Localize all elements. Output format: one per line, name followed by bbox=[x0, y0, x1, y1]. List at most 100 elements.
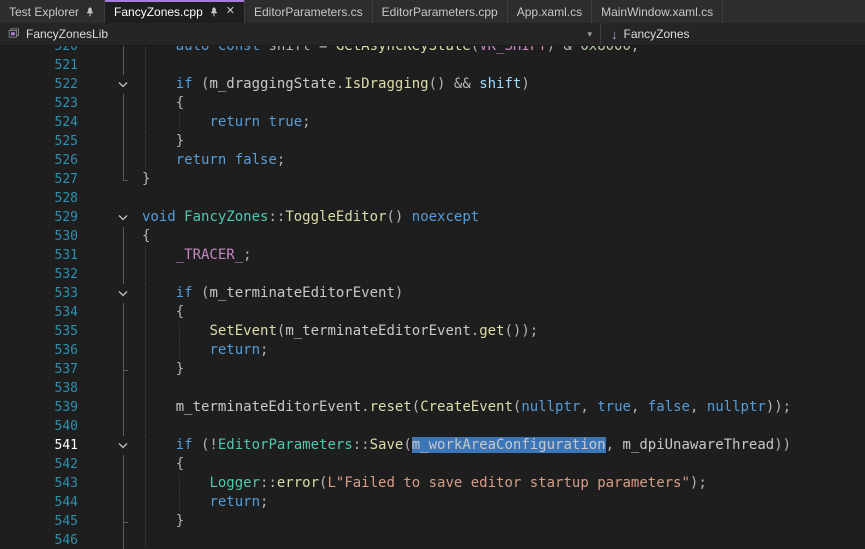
tab-editorparameters-cpp[interactable]: EditorParameters.cpp bbox=[373, 0, 508, 23]
outline-margin bbox=[116, 493, 132, 512]
code-line-543[interactable]: 543 Logger::error(L"Failed to save edito… bbox=[0, 474, 865, 493]
code-line-525[interactable]: 525 } bbox=[0, 132, 865, 151]
code-line-540[interactable]: 540 bbox=[0, 417, 865, 436]
breakpoint-margin[interactable] bbox=[78, 284, 116, 303]
breakpoint-margin[interactable] bbox=[78, 436, 116, 455]
fold-chevron-icon[interactable] bbox=[116, 284, 132, 303]
code-line-524[interactable]: 524 return true; bbox=[0, 113, 865, 132]
code-line-522[interactable]: 522 if (m_draggingState.IsDragging() && … bbox=[0, 75, 865, 94]
breakpoint-margin[interactable] bbox=[78, 75, 116, 94]
code-line-542[interactable]: 542 { bbox=[0, 455, 865, 474]
outline-margin bbox=[116, 46, 132, 56]
line-number: 524 bbox=[0, 113, 78, 132]
fold-chevron-icon[interactable] bbox=[116, 208, 132, 227]
code-line-521[interactable]: 521 bbox=[0, 56, 865, 75]
tab-mainwindow-xaml-cs[interactable]: MainWindow.xaml.cs bbox=[592, 0, 723, 23]
breakpoint-margin[interactable] bbox=[78, 265, 116, 284]
outline-margin bbox=[116, 246, 132, 265]
code-line-538[interactable]: 538 bbox=[0, 379, 865, 398]
code-line-539[interactable]: 539 m_terminateEditorEvent.reset(CreateE… bbox=[0, 398, 865, 417]
line-number: 541 bbox=[0, 436, 78, 455]
code-line-534[interactable]: 534 { bbox=[0, 303, 865, 322]
close-icon[interactable]: ✕ bbox=[226, 6, 235, 17]
breakpoint-margin[interactable] bbox=[78, 132, 116, 151]
breakpoint-margin[interactable] bbox=[78, 246, 116, 265]
code-text: if (m_draggingState.IsDragging() && shif… bbox=[132, 75, 865, 94]
breakpoint-margin[interactable] bbox=[78, 303, 116, 322]
down-arrow-icon: ↓ bbox=[611, 27, 618, 42]
code-line-531[interactable]: 531 _TRACER_; bbox=[0, 246, 865, 265]
breakpoint-margin[interactable] bbox=[78, 56, 116, 75]
code-line-533[interactable]: 533 if (m_terminateEditorEvent) bbox=[0, 284, 865, 303]
code-line-544[interactable]: 544 return; bbox=[0, 493, 865, 512]
project-combobox[interactable]: FancyZonesLib ▾ bbox=[0, 23, 600, 45]
breakpoint-margin[interactable] bbox=[78, 227, 116, 246]
tab-bar: Test ExplorerFancyZones.cpp✕EditorParame… bbox=[0, 0, 865, 23]
breakpoint-margin[interactable] bbox=[78, 417, 116, 436]
breakpoint-margin[interactable] bbox=[78, 46, 116, 56]
pin-icon[interactable] bbox=[85, 6, 95, 18]
code-line-536[interactable]: 536 return; bbox=[0, 341, 865, 360]
code-line-526[interactable]: 526 return false; bbox=[0, 151, 865, 170]
breakpoint-margin[interactable] bbox=[78, 512, 116, 531]
code-line-530[interactable]: 530 { bbox=[0, 227, 865, 246]
fold-chevron-icon[interactable] bbox=[116, 75, 132, 94]
breakpoint-margin[interactable] bbox=[78, 360, 116, 379]
line-number: 530 bbox=[0, 227, 78, 246]
line-number: 534 bbox=[0, 303, 78, 322]
code-text bbox=[132, 379, 865, 398]
outline-margin bbox=[116, 322, 132, 341]
code-text bbox=[132, 531, 865, 549]
breakpoint-margin[interactable] bbox=[78, 455, 116, 474]
indent-guide bbox=[145, 417, 146, 436]
indent-guide bbox=[145, 379, 146, 398]
outline-margin bbox=[116, 398, 132, 417]
tab-fancyzones-cpp[interactable]: FancyZones.cpp✕ bbox=[105, 0, 245, 23]
code-editor[interactable]: 520 auto const shift = GetAsyncKeyState(… bbox=[0, 46, 865, 549]
breakpoint-margin[interactable] bbox=[78, 322, 116, 341]
breakpoint-margin[interactable] bbox=[78, 398, 116, 417]
code-line-546[interactable]: 546 bbox=[0, 531, 865, 549]
navigation-bar: FancyZonesLib ▾ ↓ FancyZones bbox=[0, 23, 865, 46]
breakpoint-margin[interactable] bbox=[78, 94, 116, 113]
code-text: } bbox=[132, 360, 865, 379]
code-line-520[interactable]: 520 auto const shift = GetAsyncKeyState(… bbox=[0, 46, 865, 56]
tab-label: App.xaml.cs bbox=[517, 5, 582, 19]
code-line-532[interactable]: 532 bbox=[0, 265, 865, 284]
breakpoint-margin[interactable] bbox=[78, 113, 116, 132]
breakpoint-margin[interactable] bbox=[78, 493, 116, 512]
breakpoint-margin[interactable] bbox=[78, 189, 116, 208]
ide-window: Test ExplorerFancyZones.cpp✕EditorParame… bbox=[0, 0, 865, 549]
code-line-545[interactable]: 545 } bbox=[0, 512, 865, 531]
line-number: 538 bbox=[0, 379, 78, 398]
code-line-527[interactable]: 527} bbox=[0, 170, 865, 189]
breakpoint-margin[interactable] bbox=[78, 341, 116, 360]
indent-guide bbox=[145, 56, 146, 75]
tab-test-explorer[interactable]: Test Explorer bbox=[0, 0, 105, 23]
breakpoint-margin[interactable] bbox=[78, 151, 116, 170]
breakpoint-margin[interactable] bbox=[78, 170, 116, 189]
tab-app-xaml-cs[interactable]: App.xaml.cs bbox=[508, 0, 592, 23]
outline-margin bbox=[116, 512, 132, 531]
code-line-529[interactable]: 529void FancyZones::ToggleEditor() noexc… bbox=[0, 208, 865, 227]
code-line-537[interactable]: 537 } bbox=[0, 360, 865, 379]
outline-margin bbox=[116, 94, 132, 113]
breakpoint-margin[interactable] bbox=[78, 474, 116, 493]
breakpoint-margin[interactable] bbox=[78, 531, 116, 549]
code-line-541[interactable]: 541 if (!EditorParameters::Save(m_workAr… bbox=[0, 436, 865, 455]
code-line-528[interactable]: 528 bbox=[0, 189, 865, 208]
breakpoint-margin[interactable] bbox=[78, 379, 116, 398]
code-area: 520 auto const shift = GetAsyncKeyState(… bbox=[0, 46, 865, 549]
pin-icon[interactable] bbox=[209, 6, 219, 18]
code-text: SetEvent(m_terminateEditorEvent.get()); bbox=[132, 322, 865, 341]
code-text: if (!EditorParameters::Save(m_workAreaCo… bbox=[132, 436, 865, 455]
tab-editorparameters-cs[interactable]: EditorParameters.cs bbox=[245, 0, 373, 23]
code-line-523[interactable]: 523 { bbox=[0, 94, 865, 113]
outline-margin bbox=[116, 56, 132, 75]
member-combobox[interactable]: ↓ FancyZones bbox=[601, 23, 865, 45]
code-text: { bbox=[132, 227, 865, 246]
outline-margin bbox=[116, 341, 132, 360]
breakpoint-margin[interactable] bbox=[78, 208, 116, 227]
code-line-535[interactable]: 535 SetEvent(m_terminateEditorEvent.get(… bbox=[0, 322, 865, 341]
fold-chevron-icon[interactable] bbox=[116, 436, 132, 455]
